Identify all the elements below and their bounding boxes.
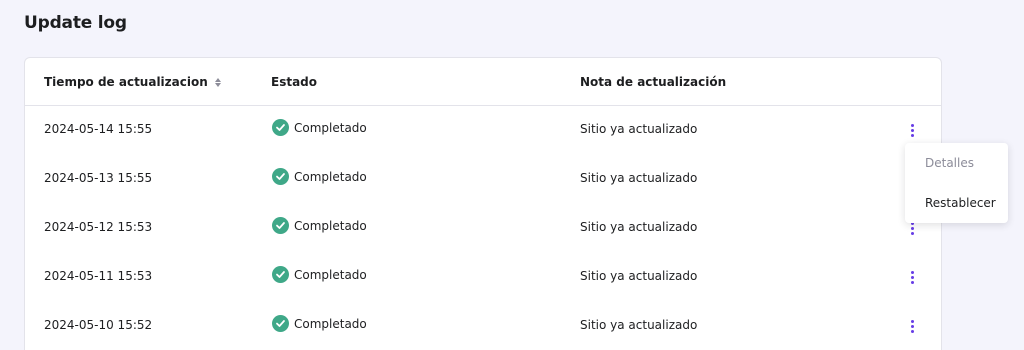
update-log-table: Tiempo de actualizacion Estado Nota de a… xyxy=(24,57,942,350)
menu-item-restore[interactable]: Restablecer xyxy=(905,189,1008,229)
column-header-note-label: Nota de actualización xyxy=(580,75,727,89)
column-header-time[interactable]: Tiempo de actualizacion xyxy=(44,75,222,89)
check-circle-icon xyxy=(272,315,289,332)
status-cell: Completado xyxy=(272,168,367,185)
status-label: Completado xyxy=(294,169,367,184)
time-cell: 2024-05-13 15:55 xyxy=(44,171,153,185)
column-header-status: Estado xyxy=(271,75,317,89)
status-label: Completado xyxy=(294,267,367,282)
table-header: Tiempo de actualizacion Estado Nota de a… xyxy=(25,58,941,106)
table-row: 2024-05-11 15:53 Completado Sitio ya act… xyxy=(25,253,941,302)
table-row: 2024-05-13 15:55 Completado Sitio ya act… xyxy=(25,155,941,204)
column-header-time-label: Tiempo de actualizacion xyxy=(44,75,208,89)
menu-item-details: Detalles xyxy=(925,156,974,170)
table-row: 2024-05-14 15:55 Completado Sitio ya act… xyxy=(25,106,941,155)
status-label: Completado xyxy=(294,120,367,135)
status-label: Completado xyxy=(294,218,367,233)
status-cell: Completado xyxy=(272,217,367,234)
status-cell: Completado xyxy=(272,315,367,332)
kebab-menu-icon[interactable] xyxy=(907,316,917,336)
check-circle-icon xyxy=(272,217,289,234)
note-cell: Sitio ya actualizado xyxy=(580,269,698,283)
note-cell: Sitio ya actualizado xyxy=(580,171,698,185)
table-row: 2024-05-10 15:52 Completado Sitio ya act… xyxy=(25,302,941,350)
time-cell: 2024-05-10 15:52 xyxy=(44,318,153,332)
table-row: 2024-05-12 15:53 Completado Sitio ya act… xyxy=(25,204,941,253)
note-cell: Sitio ya actualizado xyxy=(580,220,698,234)
time-cell: 2024-05-14 15:55 xyxy=(44,122,153,136)
page-title: Update log xyxy=(24,13,127,33)
check-circle-icon xyxy=(272,266,289,283)
sort-icon[interactable] xyxy=(214,77,222,88)
note-cell: Sitio ya actualizado xyxy=(580,122,698,136)
status-cell: Completado xyxy=(272,266,367,283)
time-cell: 2024-05-12 15:53 xyxy=(44,220,153,234)
row-actions-menu: Detalles Restablecer xyxy=(905,143,1008,223)
time-cell: 2024-05-11 15:53 xyxy=(44,269,153,283)
kebab-menu-icon[interactable] xyxy=(907,267,917,287)
kebab-menu-icon[interactable] xyxy=(907,120,917,140)
status-cell: Completado xyxy=(272,119,367,136)
column-header-status-label: Estado xyxy=(271,75,318,89)
note-cell: Sitio ya actualizado xyxy=(580,318,698,332)
check-circle-icon xyxy=(272,119,289,136)
status-label: Completado xyxy=(294,316,367,331)
column-header-note: Nota de actualización xyxy=(580,75,726,89)
check-circle-icon xyxy=(272,168,289,185)
